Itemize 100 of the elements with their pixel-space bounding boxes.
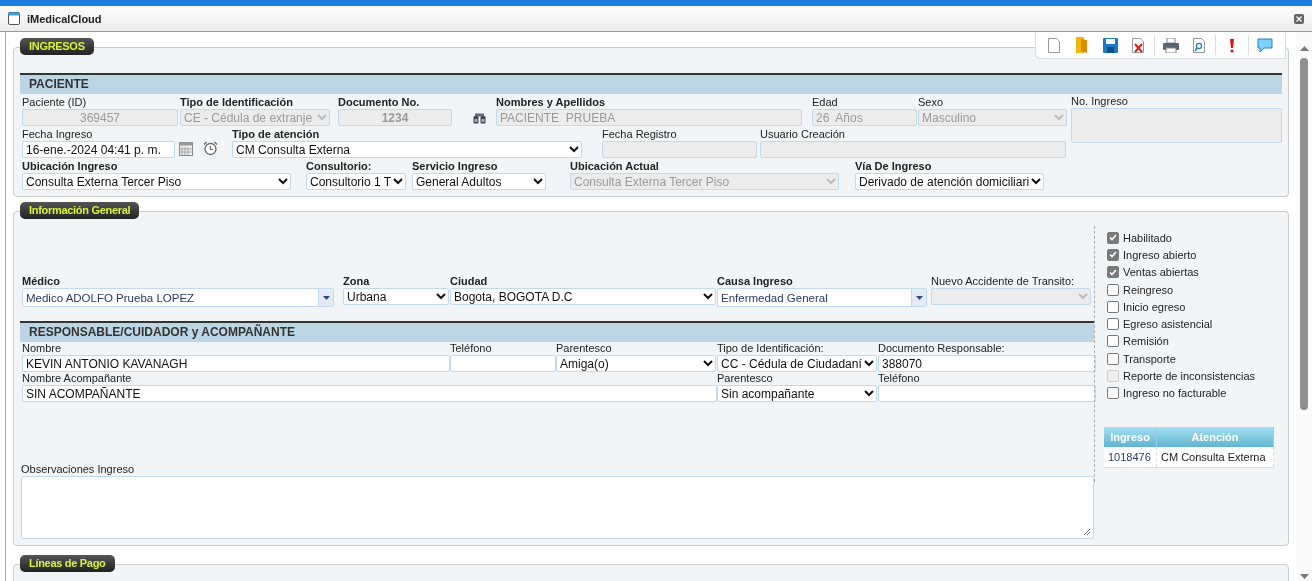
text-field[interactable]: SIN ACOMPAÑANTE <box>22 385 717 402</box>
section-header: PACIENTE <box>20 73 1282 94</box>
dropdown[interactable]: General Adultos <box>412 173 546 190</box>
print-preview-icon[interactable] <box>1192 37 1206 53</box>
field-label: Vía De Ingreso <box>855 160 933 173</box>
section-legend: Información General <box>20 202 140 219</box>
field-label: Nombre <box>22 342 63 355</box>
field-label: Documento Responsable: <box>878 342 1006 355</box>
field-label: Fecha Ingreso <box>22 128 94 141</box>
section-header: RESPONSABLE/CUIDADOR y ACOMPAÑANTE <box>20 321 1094 342</box>
column-header: Atención <box>1156 426 1274 447</box>
print-icon[interactable] <box>1163 37 1179 53</box>
field-label: Médico <box>22 275 61 288</box>
checkbox-label: Transporte <box>1123 352 1176 365</box>
scroll-down-icon[interactable] <box>1299 574 1309 579</box>
chevron-down-icon <box>1054 114 1064 121</box>
dropdown[interactable]: CC - Cédula de Ciudadaní <box>717 355 877 372</box>
dropdown[interactable]: Derivado de atención domiciliari <box>855 173 1044 190</box>
checkbox-label: Habilitado <box>1123 231 1172 244</box>
close-icon <box>1296 15 1302 22</box>
field-label: Ubicación Actual <box>570 160 660 173</box>
dropdown[interactable]: Consultorio 1 T <box>306 173 406 190</box>
field-label: Observaciones Ingreso <box>21 463 136 476</box>
field-label: Parentesco <box>556 342 613 355</box>
checkbox-label: Reporte de inconsistencias <box>1123 370 1256 382</box>
delete-document-icon[interactable] <box>1131 37 1145 53</box>
observations-field[interactable] <box>21 476 1094 539</box>
field-label: Teléfono <box>878 372 921 385</box>
section-legend: Líneas de Pago <box>20 555 115 572</box>
combo-box[interactable]: Enfermedad General <box>717 288 927 307</box>
new-document-icon[interactable] <box>1048 37 1060 53</box>
chevron-down-icon <box>864 360 874 367</box>
dropdown[interactable]: Urbana <box>343 288 449 305</box>
text-field[interactable]: KEVIN ANTONIO KAVANAGH <box>22 355 450 372</box>
checkbox[interactable] <box>1107 300 1119 313</box>
checkbox-label: Reingreso <box>1123 283 1174 296</box>
field-label: Ubicación Ingreso <box>22 160 119 173</box>
field-label: Parentesco <box>717 372 774 385</box>
checkbox[interactable] <box>1107 352 1119 365</box>
chevron-down-icon <box>1031 178 1042 185</box>
chevron-down-icon <box>436 293 446 300</box>
field-label: Tipo de atención <box>232 128 321 141</box>
text-field[interactable] <box>450 355 556 372</box>
field-label: Fecha Registro <box>602 128 678 141</box>
combo-box[interactable]: Medico ADOLFO Prueba LOPEZ <box>22 288 334 307</box>
exclamation-icon[interactable] <box>1229 37 1235 53</box>
checkbox-label: Remisión <box>1123 335 1169 348</box>
field-label: No. Ingreso <box>1071 95 1129 108</box>
text-field[interactable] <box>878 385 1096 402</box>
chevron-down-icon <box>703 360 713 367</box>
section-legend: INGRESOS <box>20 38 94 55</box>
text-field[interactable]: 388070 <box>878 355 1096 372</box>
chevron-down-icon <box>826 178 836 185</box>
field-label: Tipo de Identificación: <box>717 342 825 355</box>
checkbox[interactable] <box>1107 335 1119 348</box>
binoculars-icon[interactable] <box>473 113 486 124</box>
alarm-clock-icon[interactable] <box>203 141 218 156</box>
field-label: Nombres y Apellidos <box>496 96 606 109</box>
chevron-down-icon <box>569 146 579 153</box>
caret-down-icon <box>322 295 330 300</box>
dropdown[interactable]: Consulta Externa Tercer Piso <box>22 173 291 190</box>
field-label: Usuario Creación <box>760 128 846 141</box>
field-label: Causa Ingreso <box>717 275 794 288</box>
column-header: Ingreso <box>1104 426 1157 447</box>
field-label: Zona <box>343 275 371 288</box>
field-label: Sexo <box>918 96 945 109</box>
save-icon[interactable] <box>1102 37 1118 53</box>
dropdown[interactable]: Bogota, BOGOTA D.C <box>450 288 716 305</box>
checkbox-label: Ingreso abierto <box>1123 248 1197 261</box>
checkbox[interactable] <box>1107 387 1119 400</box>
window-icon <box>8 12 20 25</box>
chevron-down-icon <box>864 390 874 397</box>
checkbox-label: Inicio egreso <box>1123 300 1186 313</box>
checkbox-label: Ventas abiertas <box>1123 266 1199 279</box>
field-label: Consultorio: <box>306 160 373 173</box>
checkbox[interactable] <box>1107 318 1119 331</box>
chevron-down-icon <box>1078 293 1088 300</box>
folder-icon[interactable] <box>1075 37 1089 53</box>
checkbox-label: Egreso asistencial <box>1123 318 1213 331</box>
checkbox[interactable] <box>1107 283 1119 296</box>
dropdown[interactable]: Sin acompañante <box>717 385 877 402</box>
dropdown[interactable]: CM Consulta Externa <box>232 141 582 158</box>
window-title: iMedicalCloud <box>27 12 103 25</box>
field-label: Ciudad <box>450 275 489 288</box>
scrollbar[interactable] <box>1296 32 1312 581</box>
field-label: Teléfono <box>450 342 493 355</box>
text-field[interactable]: 16-ene.-2024 04:41 p. m. <box>22 141 175 158</box>
field-label: Paciente (ID) <box>22 96 88 109</box>
chevron-down-icon <box>703 293 713 300</box>
table-cell: 1018476 <box>1104 446 1157 468</box>
chevron-down-icon <box>393 178 404 185</box>
speech-bubble-icon[interactable] <box>1257 37 1273 53</box>
chevron-down-icon <box>278 178 288 185</box>
calendar-icon[interactable] <box>179 142 193 156</box>
close-button[interactable] <box>1294 13 1304 24</box>
caret-down-icon <box>915 295 923 300</box>
dropdown[interactable]: Amiga(o) <box>556 355 716 372</box>
field-label: Nuevo Accidente de Transito: <box>931 275 1076 288</box>
scroll-up-icon[interactable] <box>1299 46 1309 51</box>
field-label: Servicio Ingreso <box>412 160 499 173</box>
